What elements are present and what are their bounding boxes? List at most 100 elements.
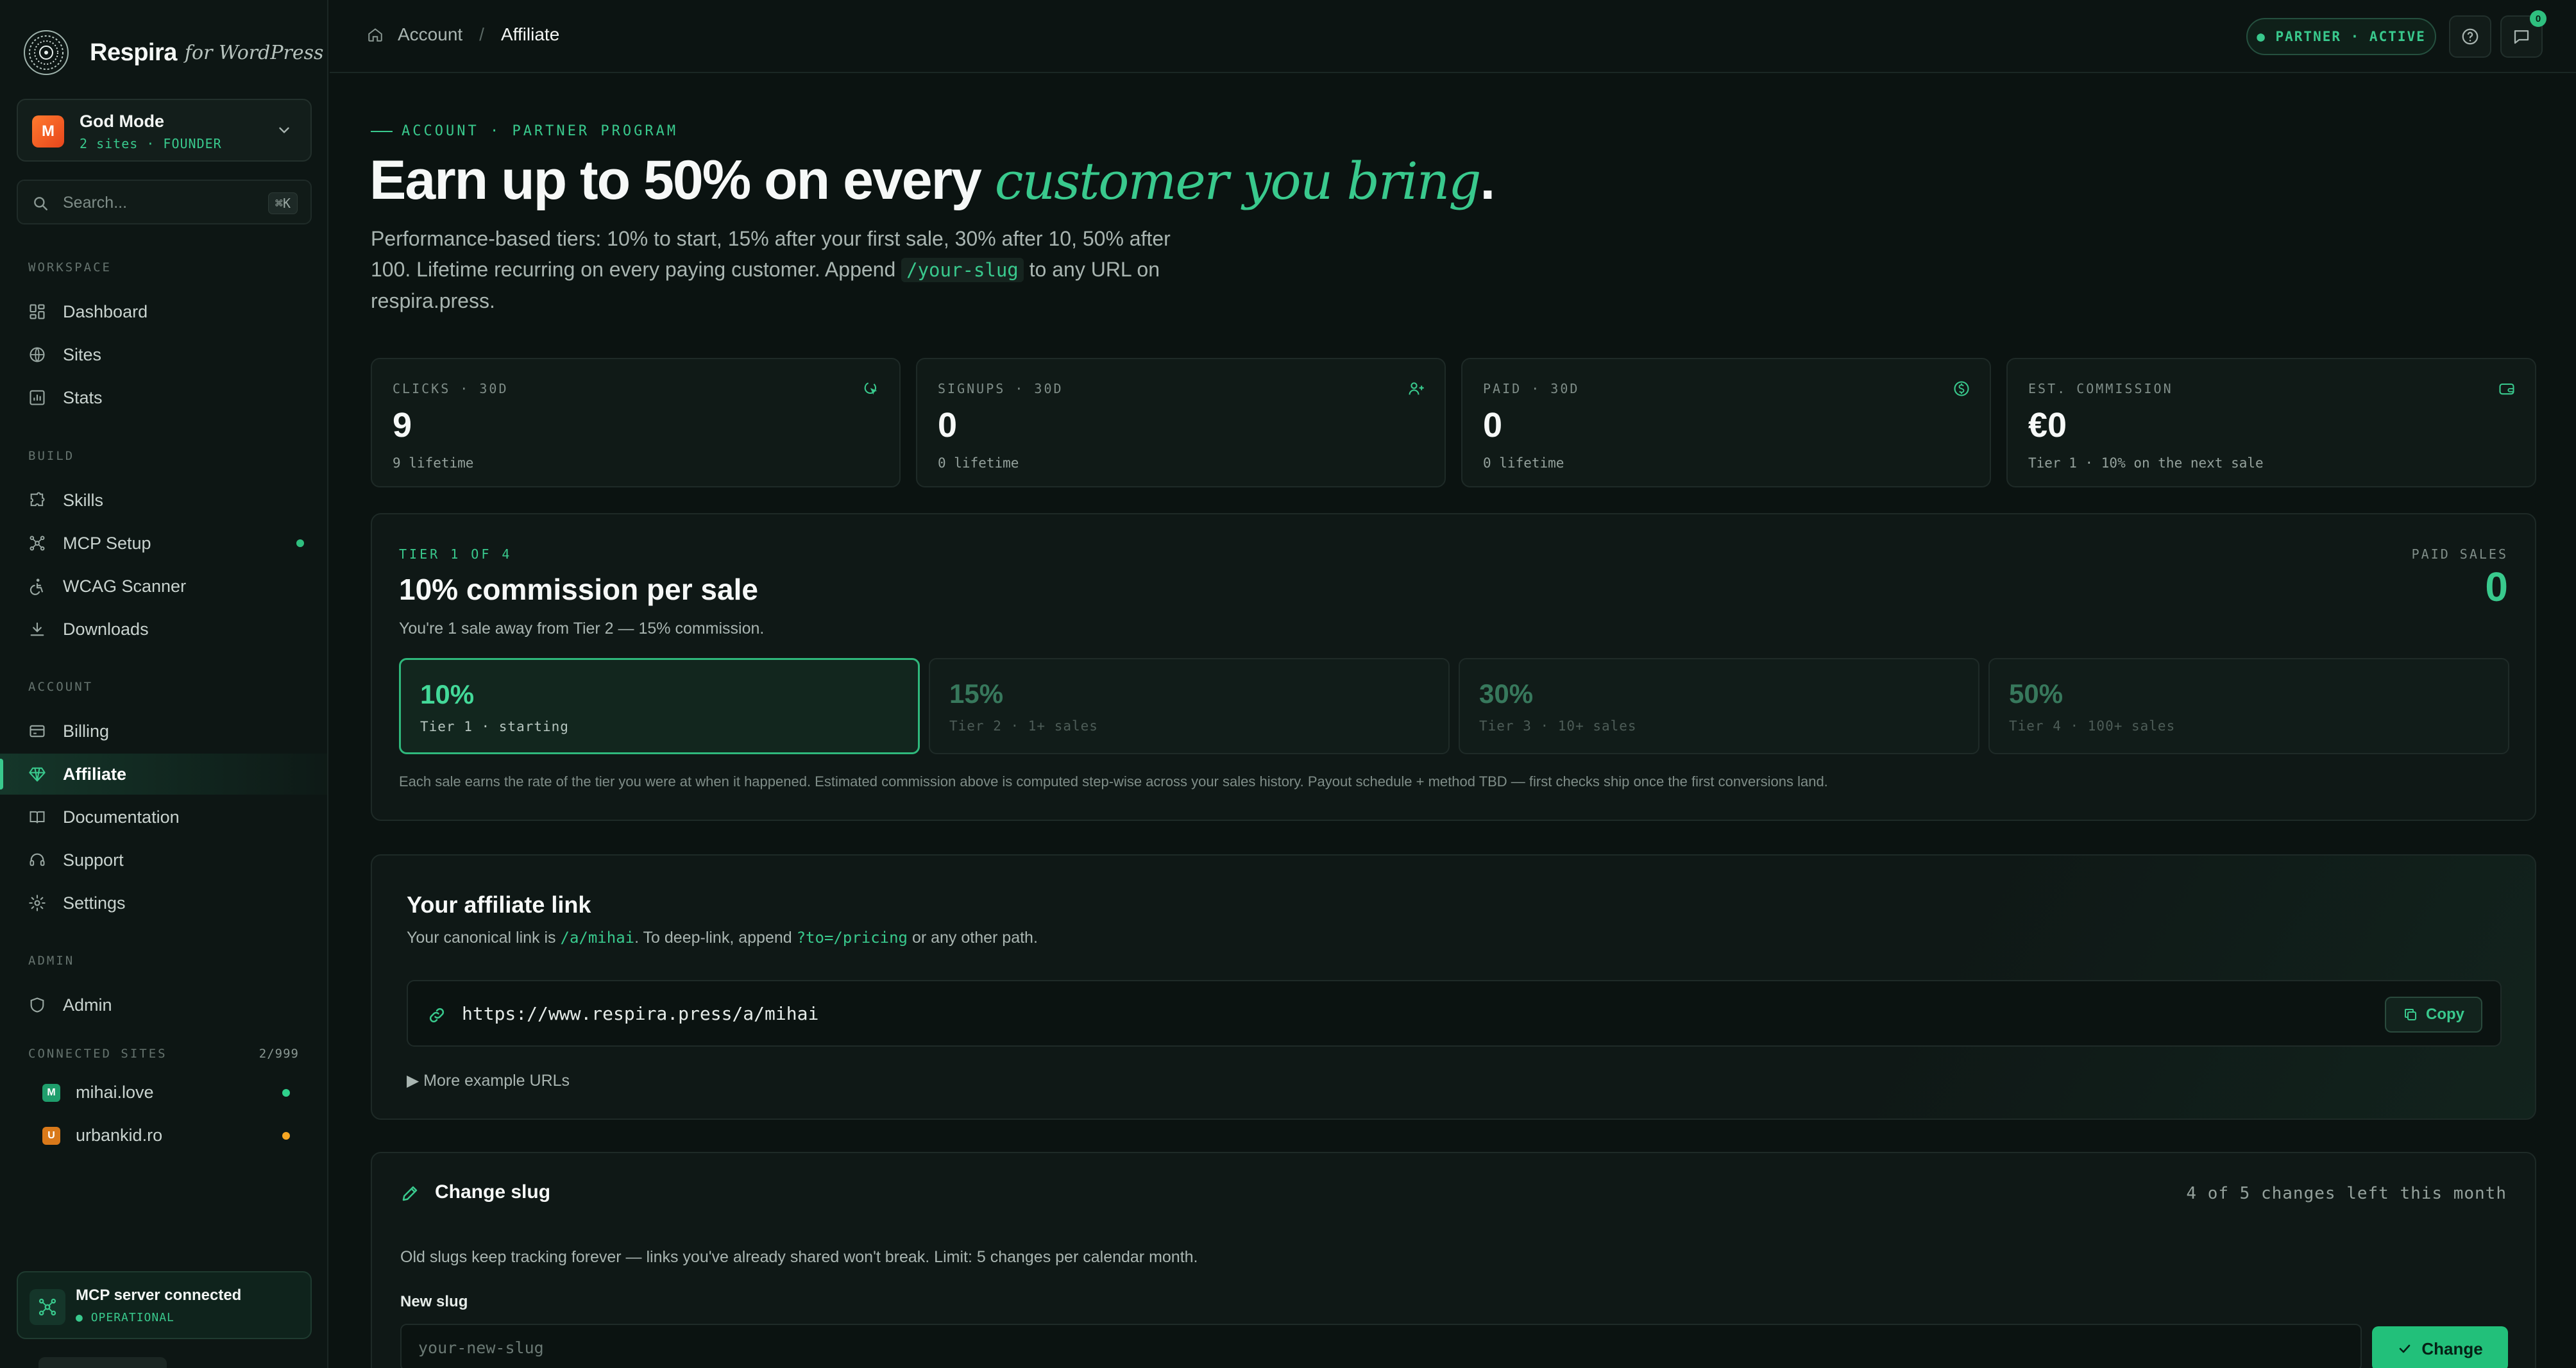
stat-label: CLICKS · 30D: [393, 381, 509, 396]
chart-icon: [30, 390, 45, 405]
sidebar-item-label: Documentation: [63, 807, 180, 827]
chevron-down-icon: [279, 127, 289, 133]
shield-icon: [30, 997, 44, 1013]
mcp-icon-wrap: [30, 1289, 65, 1325]
sidebar-item-label: Sites: [63, 344, 102, 364]
stat-label: SIGNUPS · 30D: [938, 381, 1063, 396]
book-icon: [30, 811, 45, 823]
sidebar-item-support[interactable]: Support: [0, 840, 327, 881]
user-plus-icon: [1409, 382, 1424, 395]
sidebar-item-label: Affiliate: [63, 764, 127, 784]
coin-icon: [1954, 381, 1969, 396]
stat-card-signups: SIGNUPS · 30D 0 0 lifetime: [916, 358, 1446, 487]
mcp-status-card[interactable]: MCP server connected ● OPERATIONAL: [17, 1271, 312, 1339]
sidebar-item-billing[interactable]: Billing: [0, 711, 327, 752]
paid-sales-label: PAID SALES: [2411, 546, 2508, 562]
desc-part: Your canonical link is: [407, 929, 561, 947]
stat-value: 0: [938, 406, 958, 444]
help-button[interactable]: [2449, 15, 2491, 58]
page-eyebrow: ACCOUNT · PARTNER PROGRAM: [371, 123, 678, 139]
tier-eyebrow: TIER 1 OF 4: [399, 546, 513, 562]
site-badge: M: [42, 1084, 60, 1102]
brand-subtitle: for WordPress: [184, 41, 324, 64]
tier-percent: 10%: [420, 679, 475, 709]
notifications-button[interactable]: 0: [2500, 10, 2546, 58]
copy-icon: [2405, 1009, 2416, 1020]
sidebar-item-label: Skills: [63, 490, 104, 510]
help-icon: [2462, 28, 2479, 45]
title-main: Earn up to 50% on every: [369, 149, 995, 211]
home-icon[interactable]: [367, 26, 384, 43]
sidebar-item-downloads[interactable]: Downloads: [0, 609, 327, 650]
account-meta: 2 sites · FOUNDER: [80, 136, 222, 151]
sidebar-item-settings[interactable]: Settings: [0, 882, 327, 924]
sidebar-footer-pill: [38, 1357, 167, 1368]
site-item-mihai[interactable]: M mihai.love: [0, 1072, 327, 1113]
download-icon: [30, 622, 44, 636]
sidebar-item-affiliate[interactable]: Affiliate: [0, 754, 327, 795]
page-description: Performance-based tiers: 10% to start, 1…: [371, 223, 1192, 316]
sidebar-item-wcag-scanner[interactable]: WCAG Scanner: [0, 566, 327, 607]
connected-sites-count: 2/999: [258, 1047, 299, 1061]
affiliate-url-field[interactable]: https://www.respira.press/a/mihai Copy: [407, 980, 2502, 1047]
pencil-icon: [402, 1186, 418, 1201]
search-icon: [34, 197, 47, 210]
support-icon: [30, 853, 45, 866]
affiliate-url[interactable]: https://www.respira.press/a/mihai: [462, 1003, 818, 1024]
sidebar-item-mcp-setup[interactable]: MCP Setup: [0, 523, 327, 564]
breadcrumb-account[interactable]: Account: [398, 24, 462, 45]
new-slug-input[interactable]: [400, 1324, 2362, 1368]
site-name: urbankid.ro: [76, 1126, 163, 1145]
stat-value: 0: [1483, 406, 1503, 444]
tier-box-2: 15% Tier 2 · 1+ sales: [929, 658, 1450, 754]
avatar: M: [32, 115, 64, 148]
sidebar-item-stats[interactable]: Stats: [0, 377, 327, 418]
mcp-status-text: OPERATIONAL: [90, 1311, 174, 1324]
search-input[interactable]: Search... ⌘K: [17, 180, 312, 224]
change-button[interactable]: Change: [2372, 1326, 2508, 1368]
change-label: Change: [2421, 1338, 2483, 1358]
site-item-urbankid[interactable]: U urbankid.ro: [0, 1115, 327, 1156]
affiliate-link-description: Your canonical link is /a/mihai. To deep…: [407, 929, 1038, 947]
stat-label: PAID · 30D: [1483, 381, 1580, 396]
notification-count: 0: [2530, 10, 2546, 27]
tier-name: Tier 2 · 1+ sales: [949, 718, 1098, 734]
tier-name: Tier 3 · 10+ sales: [1479, 718, 1637, 734]
desc-part: . To deep-link, append: [634, 929, 797, 947]
canonical-path: /a/mihai: [560, 929, 635, 947]
account-switcher[interactable]: M God Mode 2 sites · FOUNDER: [17, 99, 312, 162]
stat-label: EST. COMMISSION: [2028, 381, 2173, 396]
desc-code: /your-slug: [901, 258, 1024, 282]
sidebar-item-sites[interactable]: Sites: [0, 334, 327, 375]
breadcrumb-current: Affiliate: [500, 24, 560, 44]
sidebar-item-label: WCAG Scanner: [63, 576, 187, 596]
new-slug-label: New slug: [400, 1293, 468, 1310]
stat-card-clicks: CLICKS · 30D 9 9 lifetime: [371, 358, 901, 487]
breadcrumb-separator: /: [479, 24, 484, 44]
partner-status-text: PARTNER · ACTIVE: [2275, 29, 2426, 44]
sidebar-item-label: Billing: [63, 721, 110, 741]
sidebar-item-label: Admin: [63, 995, 112, 1015]
section-account: ACCOUNT: [28, 680, 94, 694]
sidebar-item-admin[interactable]: Admin: [0, 984, 327, 1026]
logo-icon: [24, 30, 69, 75]
more-example-urls-toggle[interactable]: ▶ More example URLs: [407, 1071, 570, 1090]
sidebar-item-skills[interactable]: Skills: [0, 480, 327, 521]
sidebar-item-documentation[interactable]: Documentation: [0, 797, 327, 838]
desc-part: or any other path.: [908, 929, 1038, 947]
chat-icon: [2514, 30, 2529, 44]
tier-name: Tier 4 · 100+ sales: [2009, 718, 2176, 734]
site-name: mihai.love: [76, 1083, 154, 1102]
sidebar-item-dashboard[interactable]: Dashboard: [0, 291, 327, 332]
stat-sub: 0 lifetime: [1483, 455, 1564, 471]
section-workspace: WORKSPACE: [28, 260, 112, 274]
status-dot: [282, 1132, 290, 1140]
stat-sub: 9 lifetime: [393, 455, 474, 471]
affiliate-link-card: Your affiliate link Your canonical link …: [371, 854, 2536, 1120]
brand[interactable]: Respira for WordPress: [22, 27, 323, 78]
tier-box-3: 30% Tier 3 · 10+ sales: [1459, 658, 1979, 754]
copy-label: Copy: [2426, 1006, 2464, 1023]
sidebar: Respira for WordPress M God Mode 2 sites…: [0, 0, 328, 1368]
partner-status-badge: ● PARTNER · ACTIVE: [2246, 18, 2436, 55]
copy-button[interactable]: Copy: [2385, 997, 2482, 1033]
